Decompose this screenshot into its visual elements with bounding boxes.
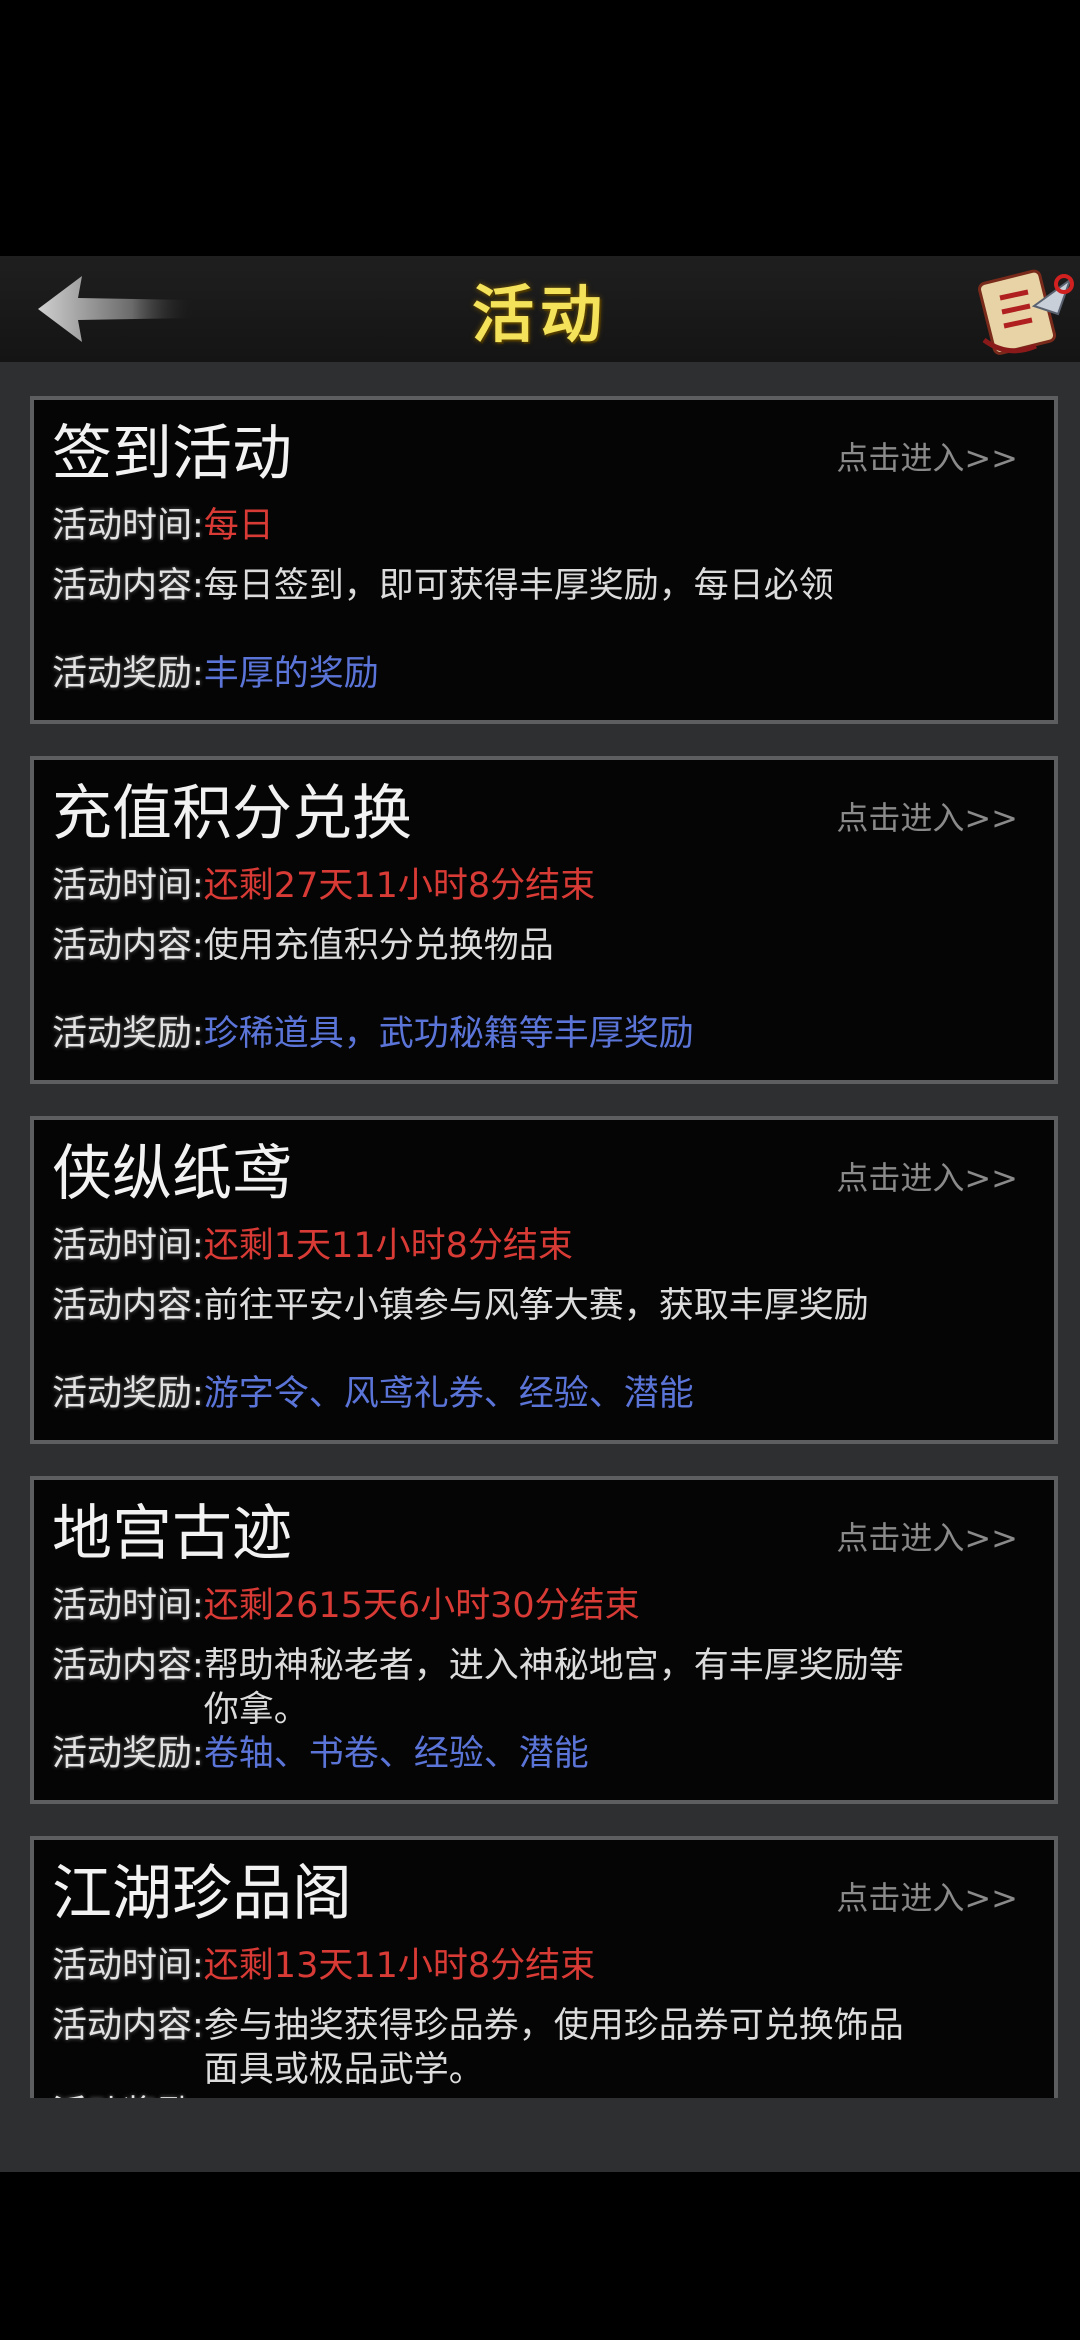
time-value: 还剩2615天6小时30分结束 xyxy=(203,1586,640,1626)
activity-screen: 活动 签到活动 点击进入>> 活动时间: 每日 活动内容: 每日签到，即可获得丰… xyxy=(0,0,1080,2340)
activity-content-row: 活动内容: 参与抽奖获得珍品券，使用珍品券可兑换饰品面具或极品武学。 xyxy=(52,2004,934,2092)
content-label: 活动内容: xyxy=(52,926,204,966)
enter-link[interactable]: 点击进入>> xyxy=(836,1516,1018,1560)
reward-label: 活动奖励: xyxy=(52,1734,204,1774)
activity-content-row: 活动内容: 帮助神秘老者，进入神秘地宫，有丰厚奖励等你拿。 xyxy=(52,1644,934,1732)
content-label: 活动内容: xyxy=(52,1646,204,1686)
header-bar: 活动 xyxy=(0,256,1080,364)
activity-card-treasure-pavilion[interactable]: 江湖珍品阁 点击进入>> 活动时间: 还剩13天11小时8分结束 活动内容: 参… xyxy=(30,1836,1058,2098)
activity-time-row: 活动时间: 还剩27天11小时8分结束 xyxy=(52,864,934,908)
activity-list[interactable]: 签到活动 点击进入>> 活动时间: 每日 活动内容: 每日签到，即可获得丰厚奖励… xyxy=(0,362,1080,2098)
activity-content-row: 活动内容: 每日签到，即可获得丰厚奖励，每日必领 xyxy=(52,564,934,608)
activity-content-row: 活动内容: 使用充值积分兑换物品 xyxy=(52,924,934,968)
scroll-icon[interactable] xyxy=(978,262,1074,358)
activity-title: 地宫古迹 xyxy=(52,1499,292,1569)
enter-link[interactable]: 点击进入>> xyxy=(836,1156,1018,1200)
reward-label: 活动奖励: xyxy=(52,2092,204,2098)
content-value: 每日签到，即可获得丰厚奖励，每日必领 xyxy=(203,566,834,606)
activity-card-kite[interactable]: 侠纵纸鸢 点击进入>> 活动时间: 还剩1天11小时8分结束 活动内容: 前往平… xyxy=(30,1116,1058,1444)
activity-reward-row: 活动奖励: xyxy=(52,2092,934,2098)
activity-reward-row: 活动奖励: 珍稀道具，武功秘籍等丰厚奖励 xyxy=(52,1012,934,1056)
enter-link[interactable]: 点击进入>> xyxy=(836,1876,1018,1920)
content-value: 帮助神秘老者，进入神秘地宫，有丰厚奖励等你拿。 xyxy=(203,1646,904,1730)
content-label: 活动内容: xyxy=(52,2006,204,2046)
activity-title: 充值积分兑换 xyxy=(52,779,412,849)
time-label: 活动时间: xyxy=(52,1586,204,1626)
time-value: 每日 xyxy=(203,506,274,546)
activity-content-row: 活动内容: 前往平安小镇参与风筝大赛，获取丰厚奖励 xyxy=(52,1284,934,1328)
time-label: 活动时间: xyxy=(52,506,204,546)
content-label: 活动内容: xyxy=(52,566,204,606)
activity-reward-row: 活动奖励: 丰厚的奖励 xyxy=(52,652,934,696)
time-value: 还剩1天11小时8分结束 xyxy=(203,1226,573,1266)
reward-value: 珍稀道具，武功秘籍等丰厚奖励 xyxy=(203,1014,694,1054)
reward-value xyxy=(204,2092,934,2098)
activity-time-row: 活动时间: 每日 xyxy=(52,504,934,548)
time-value: 还剩27天11小时8分结束 xyxy=(203,866,596,906)
activity-card-signin[interactable]: 签到活动 点击进入>> 活动时间: 每日 活动内容: 每日签到，即可获得丰厚奖励… xyxy=(30,396,1058,724)
activity-time-row: 活动时间: 还剩1天11小时8分结束 xyxy=(52,1224,934,1268)
content-value: 使用充值积分兑换物品 xyxy=(203,926,554,966)
activity-time-row: 活动时间: 还剩2615天6小时30分结束 xyxy=(52,1584,934,1628)
activity-card-points-exchange[interactable]: 充值积分兑换 点击进入>> 活动时间: 还剩27天11小时8分结束 活动内容: … xyxy=(30,756,1058,1084)
enter-link[interactable]: 点击进入>> xyxy=(836,796,1018,840)
reward-value: 游字令、风鸢礼券、经验、潜能 xyxy=(203,1374,694,1414)
reward-value: 卷轴、书卷、经验、潜能 xyxy=(203,1734,589,1774)
time-label: 活动时间: xyxy=(52,1226,204,1266)
time-value: 还剩13天11小时8分结束 xyxy=(203,1946,596,1986)
activity-card-underground-palace[interactable]: 地宫古迹 点击进入>> 活动时间: 还剩2615天6小时30分结束 活动内容: … xyxy=(30,1476,1058,1804)
activity-reward-row: 活动奖励: 卷轴、书卷、经验、潜能 xyxy=(52,1732,934,1776)
activity-title: 侠纵纸鸢 xyxy=(52,1139,292,1209)
time-label: 活动时间: xyxy=(52,1946,204,1986)
activity-title: 江湖珍品阁 xyxy=(52,1859,352,1929)
enter-link[interactable]: 点击进入>> xyxy=(836,436,1018,480)
activity-title: 签到活动 xyxy=(52,419,292,489)
reward-value: 丰厚的奖励 xyxy=(203,654,379,694)
reward-label: 活动奖励: xyxy=(52,1014,204,1054)
activity-list-area[interactable]: 签到活动 点击进入>> 活动时间: 每日 活动内容: 每日签到，即可获得丰厚奖励… xyxy=(0,362,1080,2172)
content-value: 前往平安小镇参与风筝大赛，获取丰厚奖励 xyxy=(203,1286,869,1326)
activity-time-row: 活动时间: 还剩13天11小时8分结束 xyxy=(52,1944,934,1988)
reward-label: 活动奖励: xyxy=(52,654,204,694)
content-value: 参与抽奖获得珍品券，使用珍品券可兑换饰品面具或极品武学。 xyxy=(203,2006,904,2090)
activity-reward-row: 活动奖励: 游字令、风鸢礼券、经验、潜能 xyxy=(52,1372,934,1416)
page-title: 活动 xyxy=(471,278,608,351)
time-label: 活动时间: xyxy=(52,866,204,906)
reward-label: 活动奖励: xyxy=(52,1374,204,1414)
content-label: 活动内容: xyxy=(52,1286,204,1326)
